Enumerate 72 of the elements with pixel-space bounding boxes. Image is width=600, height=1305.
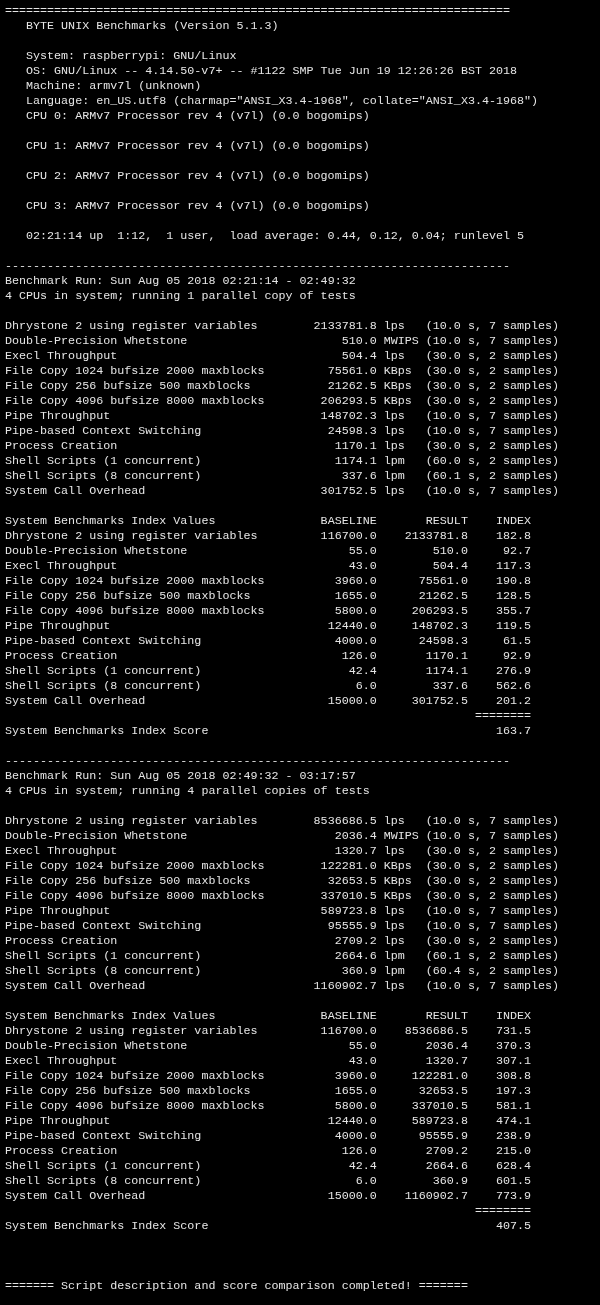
terminal-line: Benchmark Run: Sun Aug 05 2018 02:49:32 - 03:17:57 bbox=[5, 769, 356, 783]
terminal-line: Double-Precision Whetstone 510.0 MWIPS (10.0 s, 7 samples) bbox=[5, 334, 560, 348]
terminal-line: Double-Precision Whetstone 55.0 2036.4 370.3 bbox=[5, 1039, 532, 1053]
terminal-line: File Copy 256 bufsize 500 maxblocks 1655.0 32653.5 197.3 bbox=[5, 1084, 532, 1098]
terminal-line: ======== bbox=[473, 1204, 532, 1218]
terminal-line: BYTE UNIX Benchmarks (Version 5.1.3) bbox=[26, 19, 279, 33]
terminal-line: Dhrystone 2 using register variables 2133781.8 lps (10.0 s, 7 samples) bbox=[5, 319, 560, 333]
terminal-line: CPU 3: ARMv7 Processor rev 4 (v7l) (0.0 bogomips) bbox=[26, 199, 370, 213]
terminal-line: File Copy 4096 bufsize 8000 maxblocks 5800.0 206293.5 355.7 bbox=[5, 604, 532, 618]
terminal-line: Pipe Throughput 589723.8 lps (10.0 s, 7 samples) bbox=[5, 904, 560, 918]
terminal-line: Process Creation 1170.1 lps (30.0 s, 2 samples) bbox=[5, 439, 560, 453]
terminal-line: Double-Precision Whetstone 2036.4 MWIPS (10.0 s, 7 samples) bbox=[5, 829, 560, 843]
terminal-line: Double-Precision Whetstone 55.0 510.0 92.7 bbox=[5, 544, 532, 558]
terminal-line: File Copy 1024 bufsize 2000 maxblocks 3960.0 122281.0 308.8 bbox=[5, 1069, 532, 1083]
terminal-line: Shell Scripts (8 concurrent) 337.6 lpm (60.1 s, 2 samples) bbox=[5, 469, 560, 483]
terminal-line: Process Creation 126.0 1170.1 92.9 bbox=[5, 649, 532, 663]
terminal-line: ======================================================================== bbox=[5, 4, 510, 18]
terminal-line: Shell Scripts (1 concurrent) 42.4 1174.1 276.9 bbox=[5, 664, 532, 678]
terminal-line: ------------------------------------------------------------------------ bbox=[5, 259, 510, 273]
terminal-line: File Copy 1024 bufsize 2000 maxblocks 122281.0 KBps (30.0 s, 2 samples) bbox=[5, 859, 560, 873]
terminal-line: OS: GNU/Linux -- 4.14.50-v7+ -- #1122 SMP Tue Jun 19 12:26:26 BST 2018 bbox=[26, 64, 517, 78]
terminal-line: System Call Overhead 15000.0 301752.5 201.2 bbox=[5, 694, 532, 708]
terminal-line: File Copy 4096 bufsize 8000 maxblocks 5800.0 337010.5 581.1 bbox=[5, 1099, 532, 1113]
terminal-line: ======== bbox=[473, 709, 532, 723]
terminal-line: Execl Throughput 43.0 1320.7 307.1 bbox=[5, 1054, 532, 1068]
terminal-line: System Benchmarks Index Score 163.7 bbox=[5, 724, 532, 738]
terminal-line: Shell Scripts (1 concurrent) 2664.6 lpm (60.1 s, 2 samples) bbox=[5, 949, 560, 963]
terminal-line: Pipe Throughput 12440.0 148702.3 119.5 bbox=[5, 619, 532, 633]
terminal-line: Pipe-based Context Switching 4000.0 24598.3 61.5 bbox=[5, 634, 532, 648]
terminal-line: System Benchmarks Index Values BASELINE RESULT INDEX bbox=[5, 1009, 532, 1023]
terminal-line: System Benchmarks Index Score 407.5 bbox=[5, 1219, 532, 1233]
terminal-line: Shell Scripts (8 concurrent) 360.9 lpm (60.4 s, 2 samples) bbox=[5, 964, 560, 978]
terminal-line: System Call Overhead 1160902.7 lps (10.0 s, 7 samples) bbox=[5, 979, 560, 993]
terminal-line: Pipe-based Context Switching 24598.3 lps (10.0 s, 7 samples) bbox=[5, 424, 560, 438]
terminal-line: File Copy 256 bufsize 500 maxblocks 1655.0 21262.5 128.5 bbox=[5, 589, 532, 603]
terminal-line: Shell Scripts (1 concurrent) 42.4 2664.6 628.4 bbox=[5, 1159, 532, 1173]
terminal-line: CPU 0: ARMv7 Processor rev 4 (v7l) (0.0 bogomips) bbox=[26, 109, 370, 123]
terminal-line: System: raspberrypi: GNU/Linux bbox=[26, 49, 237, 63]
terminal-line: Process Creation 126.0 2709.2 215.0 bbox=[5, 1144, 532, 1158]
terminal-line: ======= Script description and score comparison completed! ======= bbox=[5, 1279, 468, 1293]
terminal-line: Execl Throughput 1320.7 lps (30.0 s, 2 samples) bbox=[5, 844, 560, 858]
terminal-line: Pipe Throughput 148702.3 lps (10.0 s, 7 samples) bbox=[5, 409, 560, 423]
terminal-line: File Copy 4096 bufsize 8000 maxblocks 337010.5 KBps (30.0 s, 2 samples) bbox=[5, 889, 560, 903]
terminal-line: CPU 1: ARMv7 Processor rev 4 (v7l) (0.0 bogomips) bbox=[26, 139, 370, 153]
terminal-line: 02:21:14 up 1:12, 1 user, load average: 0.44, 0.12, 0.04; runlevel 5 bbox=[26, 229, 524, 243]
terminal-line: File Copy 1024 bufsize 2000 maxblocks 75561.0 KBps (30.0 s, 2 samples) bbox=[5, 364, 560, 378]
terminal-line: Execl Throughput 504.4 lps (30.0 s, 2 samples) bbox=[5, 349, 560, 363]
terminal-line: ------------------------------------------------------------------------ bbox=[5, 754, 510, 768]
terminal-line: 4 CPUs in system; running 1 parallel copy of tests bbox=[5, 289, 356, 303]
terminal-line: CPU 2: ARMv7 Processor rev 4 (v7l) (0.0 bogomips) bbox=[26, 169, 370, 183]
terminal-line: Shell Scripts (1 concurrent) 1174.1 lpm (60.0 s, 2 samples) bbox=[5, 454, 560, 468]
terminal-line: Pipe-based Context Switching 4000.0 95555.9 238.9 bbox=[5, 1129, 532, 1143]
terminal-line: Shell Scripts (8 concurrent) 6.0 360.9 601.5 bbox=[5, 1174, 532, 1188]
terminal-line: Dhrystone 2 using register variables 116700.0 8536686.5 731.5 bbox=[5, 1024, 532, 1038]
terminal-line: File Copy 256 bufsize 500 maxblocks 21262.5 KBps (30.0 s, 2 samples) bbox=[5, 379, 560, 393]
terminal-line: Machine: armv7l (unknown) bbox=[26, 79, 202, 93]
terminal-line: Execl Throughput 43.0 504.4 117.3 bbox=[5, 559, 532, 573]
terminal-line: Process Creation 2709.2 lps (30.0 s, 2 samples) bbox=[5, 934, 560, 948]
terminal-line: File Copy 1024 bufsize 2000 maxblocks 3960.0 75561.0 190.8 bbox=[5, 574, 532, 588]
terminal-line: 4 CPUs in system; running 4 parallel copies of tests bbox=[5, 784, 370, 798]
terminal-line: System Call Overhead 15000.0 1160902.7 773.9 bbox=[5, 1189, 532, 1203]
terminal-line: Pipe Throughput 12440.0 589723.8 474.1 bbox=[5, 1114, 532, 1128]
terminal-line: System Call Overhead 301752.5 lps (10.0 s, 7 samples) bbox=[5, 484, 560, 498]
terminal-line: File Copy 256 bufsize 500 maxblocks 32653.5 KBps (30.0 s, 2 samples) bbox=[5, 874, 560, 888]
terminal-line: Pipe-based Context Switching 95555.9 lps (10.0 s, 7 samples) bbox=[5, 919, 560, 933]
terminal-line: Dhrystone 2 using register variables 116700.0 2133781.8 182.8 bbox=[5, 529, 532, 543]
terminal-line: Language: en_US.utf8 (charmap="ANSI_X3.4-1968", collate="ANSI_X3.4-1968") bbox=[26, 94, 539, 108]
terminal-line: Dhrystone 2 using register variables 8536686.5 lps (10.0 s, 7 samples) bbox=[5, 814, 560, 828]
terminal-line: File Copy 4096 bufsize 8000 maxblocks 206293.5 KBps (30.0 s, 2 samples) bbox=[5, 394, 560, 408]
terminal-line: System Benchmarks Index Values BASELINE RESULT INDEX bbox=[5, 514, 532, 528]
terminal-line: Shell Scripts (8 concurrent) 6.0 337.6 562.6 bbox=[5, 679, 532, 693]
terminal-line: Benchmark Run: Sun Aug 05 2018 02:21:14 - 02:49:32 bbox=[5, 274, 356, 288]
